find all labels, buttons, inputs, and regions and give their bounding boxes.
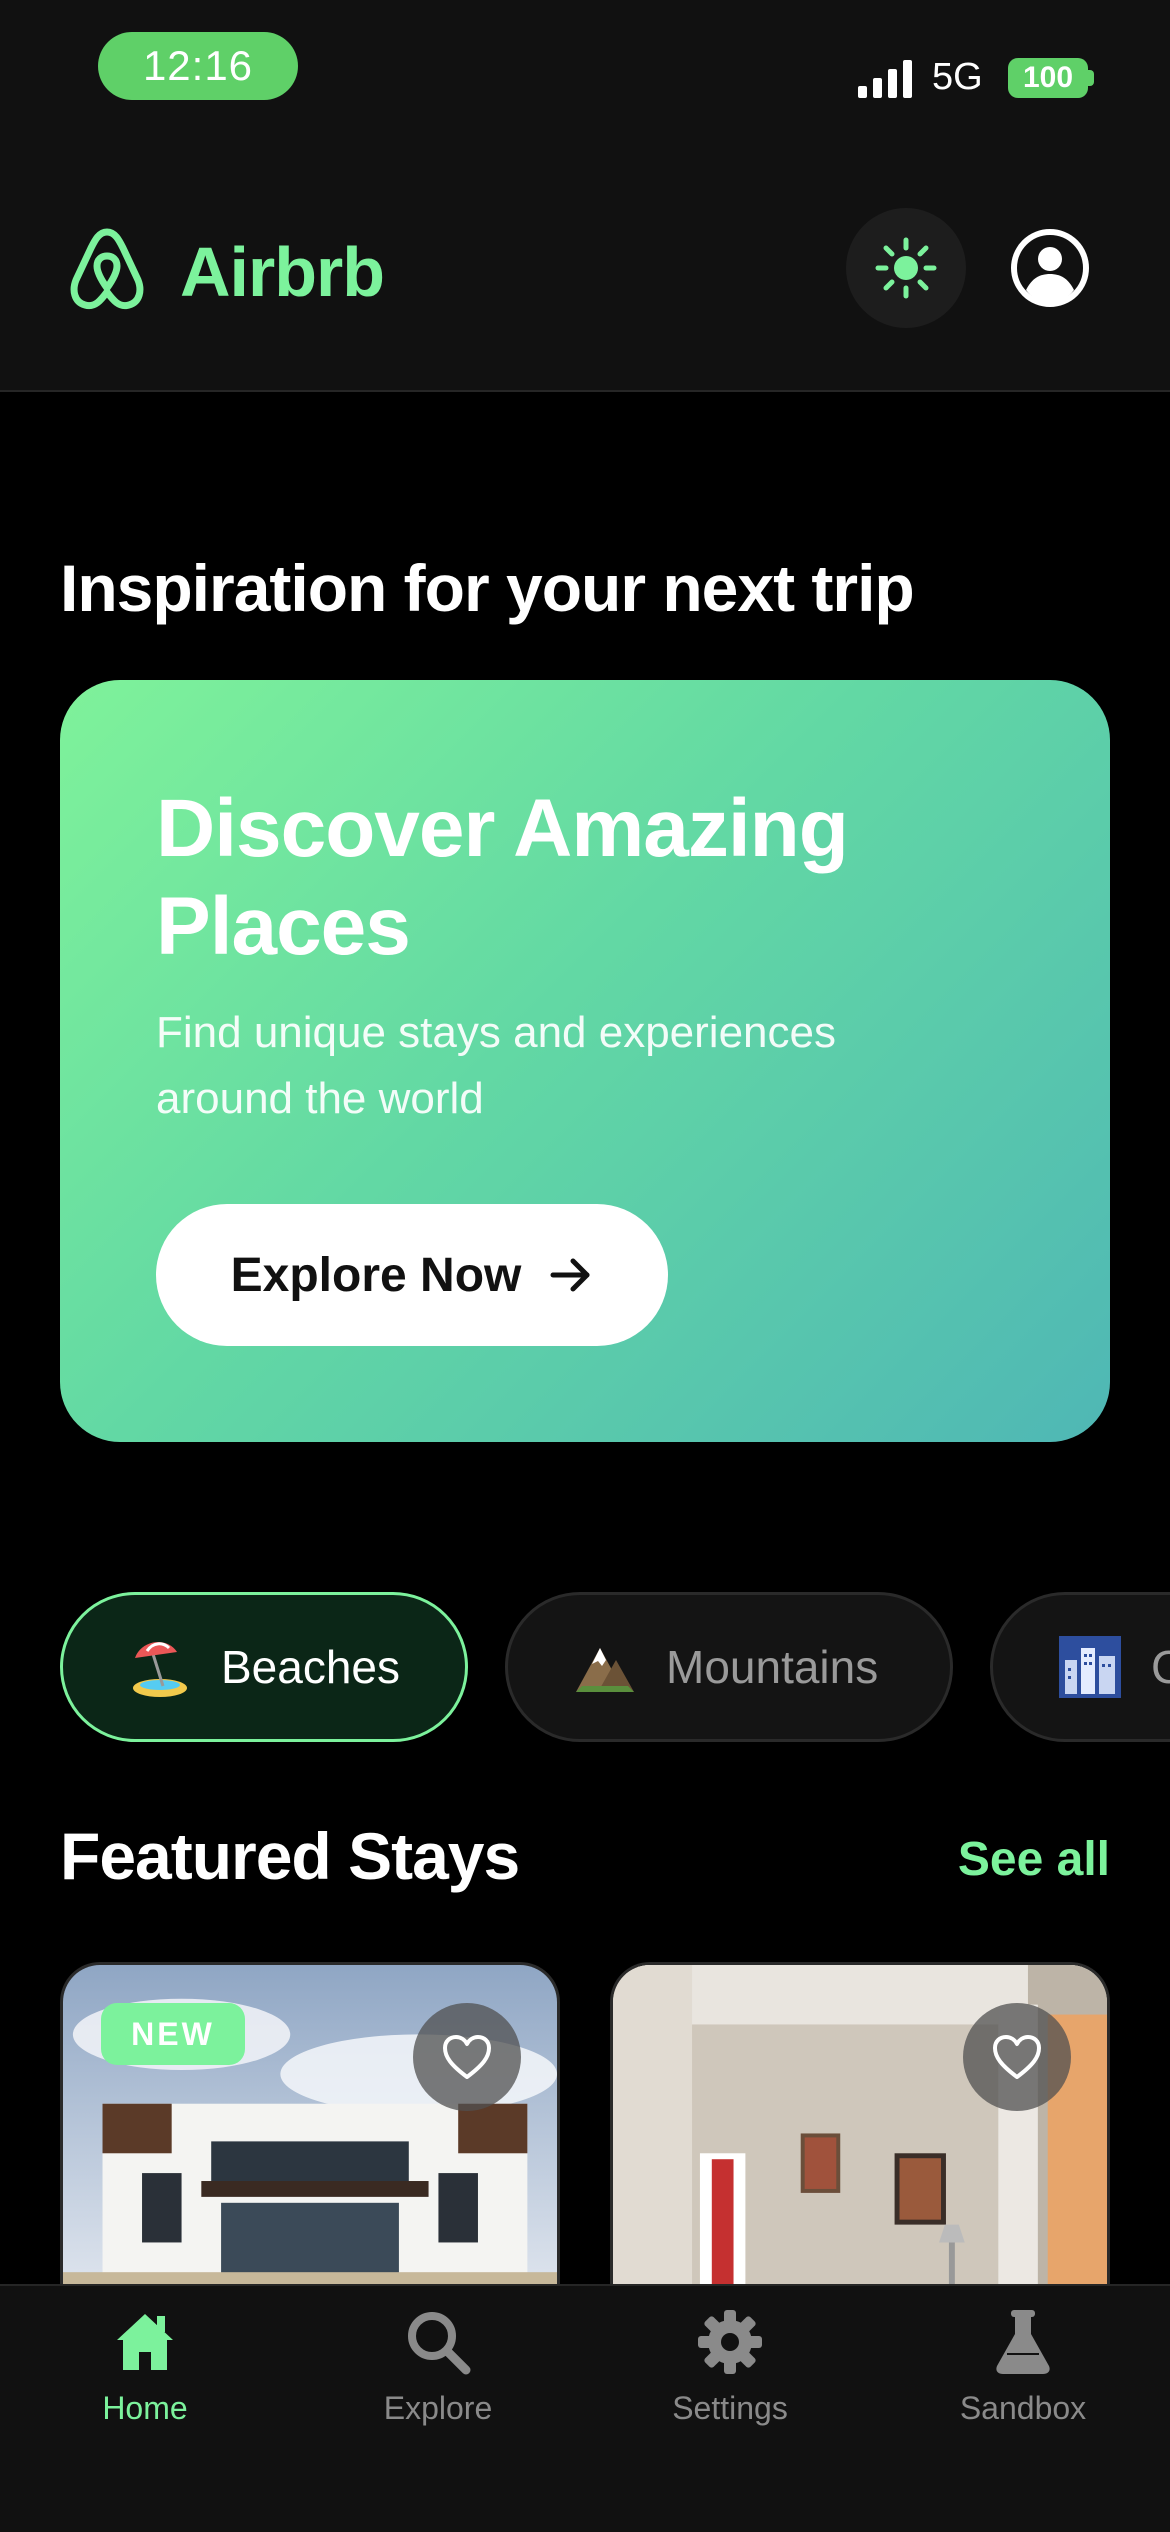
- home-icon: [109, 2306, 181, 2378]
- signal-icon: [858, 60, 912, 98]
- battery-level: 100: [1022, 61, 1074, 94]
- explore-now-label: Explore Now: [230, 1248, 522, 1302]
- tab-bar: Home Explore Settings Sandbox: [0, 2284, 1170, 2532]
- tab-label: Settings: [672, 2390, 788, 2426]
- theme-toggle-button[interactable]: [846, 208, 966, 328]
- flask-icon: [987, 2306, 1059, 2378]
- arrow-right-icon: [550, 1258, 590, 1292]
- gear-icon: [694, 2306, 766, 2378]
- hero-title: Discover Amazing Places: [156, 783, 849, 972]
- user-circle-icon: [1011, 229, 1089, 307]
- mountain-icon: [572, 1634, 638, 1700]
- stay-card[interactable]: [610, 1962, 1110, 2292]
- hero-card[interactable]: Discover Amazing Places Find unique stay…: [60, 680, 1110, 1442]
- category-chip-label: Mountains: [666, 1641, 879, 1693]
- heart-outline-icon: [993, 2035, 1041, 2079]
- tab-label: Explore: [383, 2390, 493, 2426]
- battery-nub: [1088, 70, 1094, 86]
- hero-subtitle: Find unique stays and experiences around…: [156, 1008, 836, 1123]
- app-title[interactable]: Airbrb: [180, 232, 385, 312]
- category-chip-row[interactable]: Beaches Mountains C: [60, 1592, 1170, 1742]
- search-icon: [402, 2306, 474, 2378]
- featured-title: Featured Stays: [60, 1819, 520, 1893]
- favorite-button[interactable]: [963, 2003, 1071, 2111]
- tab-home[interactable]: Home: [15, 2306, 275, 2456]
- cityscape-icon: [1057, 1634, 1123, 1700]
- favorite-button[interactable]: [413, 2003, 521, 2111]
- explore-now-button[interactable]: Explore Now: [156, 1204, 668, 1346]
- category-chip-label: C: [1151, 1641, 1170, 1693]
- battery-indicator: 100: [1008, 58, 1088, 98]
- section-title: Inspiration for your next trip: [60, 551, 915, 625]
- category-chip-beaches[interactable]: Beaches: [60, 1592, 468, 1742]
- beach-umbrella-icon: [127, 1634, 193, 1700]
- category-chip-city[interactable]: C: [990, 1592, 1170, 1742]
- status-time: 12:16: [98, 32, 298, 100]
- category-chip-label: Beaches: [221, 1641, 401, 1693]
- tab-explore[interactable]: Explore: [308, 2306, 568, 2456]
- see-all-link[interactable]: See all: [958, 1832, 1110, 1887]
- tab-sandbox[interactable]: Sandbox: [893, 2306, 1153, 2456]
- network-label: 5G: [932, 56, 983, 98]
- category-chip-mountains[interactable]: Mountains: [505, 1592, 953, 1742]
- profile-button[interactable]: [1008, 226, 1092, 310]
- tab-label: Sandbox: [959, 2390, 1087, 2426]
- app-header: Airbrb: [0, 150, 1170, 392]
- stay-card[interactable]: NEW: [60, 1962, 560, 2292]
- tab-label: Home: [102, 2390, 188, 2426]
- status-bar: 12:16 5G 100: [0, 0, 1170, 150]
- tab-settings[interactable]: Settings: [600, 2306, 860, 2456]
- heart-outline-icon: [443, 2035, 491, 2079]
- new-badge: NEW: [101, 2003, 245, 2065]
- airbnb-logo-icon[interactable]: [66, 224, 148, 312]
- sun-icon: [875, 237, 937, 299]
- app-screen: 12:16 5G 100 Airbrb Inspiration for your…: [0, 0, 1170, 2532]
